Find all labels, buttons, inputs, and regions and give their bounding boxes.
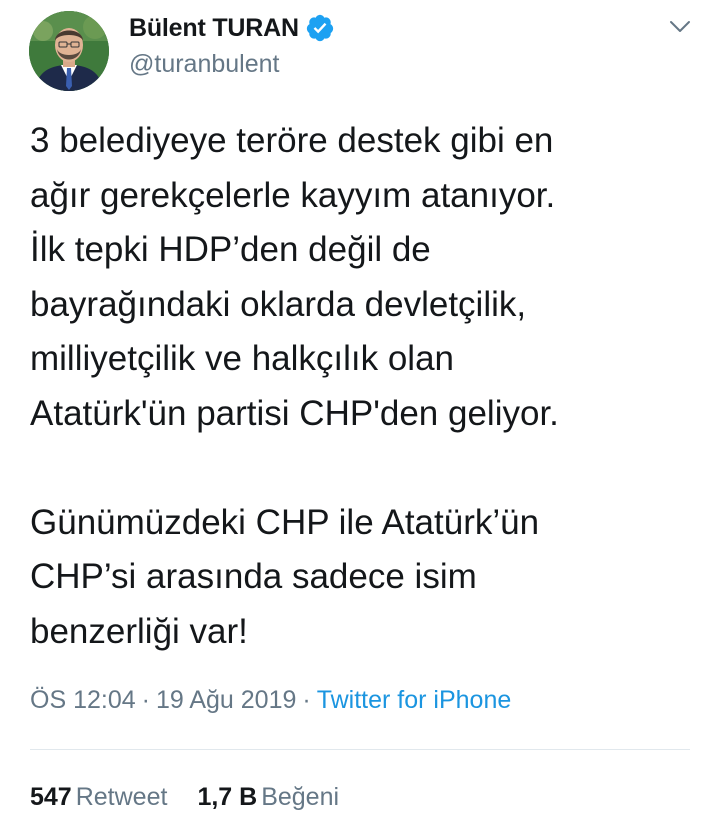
likes-count: 1,7 B xyxy=(197,783,258,811)
profile-photo-icon xyxy=(29,11,109,91)
divider xyxy=(30,749,690,750)
tweet-source-link[interactable]: Twitter for iPhone xyxy=(317,686,512,714)
likes-stat[interactable]: 1,7 B Beğeni xyxy=(197,783,339,811)
avatar[interactable] xyxy=(29,11,109,91)
author-name[interactable]: Bülent TURAN xyxy=(129,14,299,43)
meta-separator: · xyxy=(141,686,150,714)
tweet-stats: 547 Retweet 1,7 B Beğeni xyxy=(30,783,339,812)
meta-separator: · xyxy=(302,686,311,714)
verified-badge-icon xyxy=(305,13,335,43)
tweet-meta: ÖS 12:04 · 19 Ağu 2019 · Twitter for iPhone xyxy=(30,686,511,715)
retweets-stat[interactable]: 547 Retweet xyxy=(30,783,167,811)
chevron-down-icon[interactable] xyxy=(668,14,692,38)
retweets-label: Retweet xyxy=(75,783,168,811)
tweet-text: 3 belediyeye teröre destek gibi en ağır … xyxy=(30,121,559,651)
likes-label: Beğeni xyxy=(261,783,340,811)
tweet: Bülent TURAN @turanbulent 3 belediyeye t… xyxy=(0,0,720,826)
retweets-count: 547 xyxy=(30,783,72,811)
author-name-row[interactable]: Bülent TURAN xyxy=(129,10,335,46)
tweet-date[interactable]: 19 Ağu 2019 xyxy=(156,686,296,714)
tweet-time[interactable]: ÖS 12:04 xyxy=(30,686,136,714)
author-handle[interactable]: @turanbulent xyxy=(129,50,279,79)
